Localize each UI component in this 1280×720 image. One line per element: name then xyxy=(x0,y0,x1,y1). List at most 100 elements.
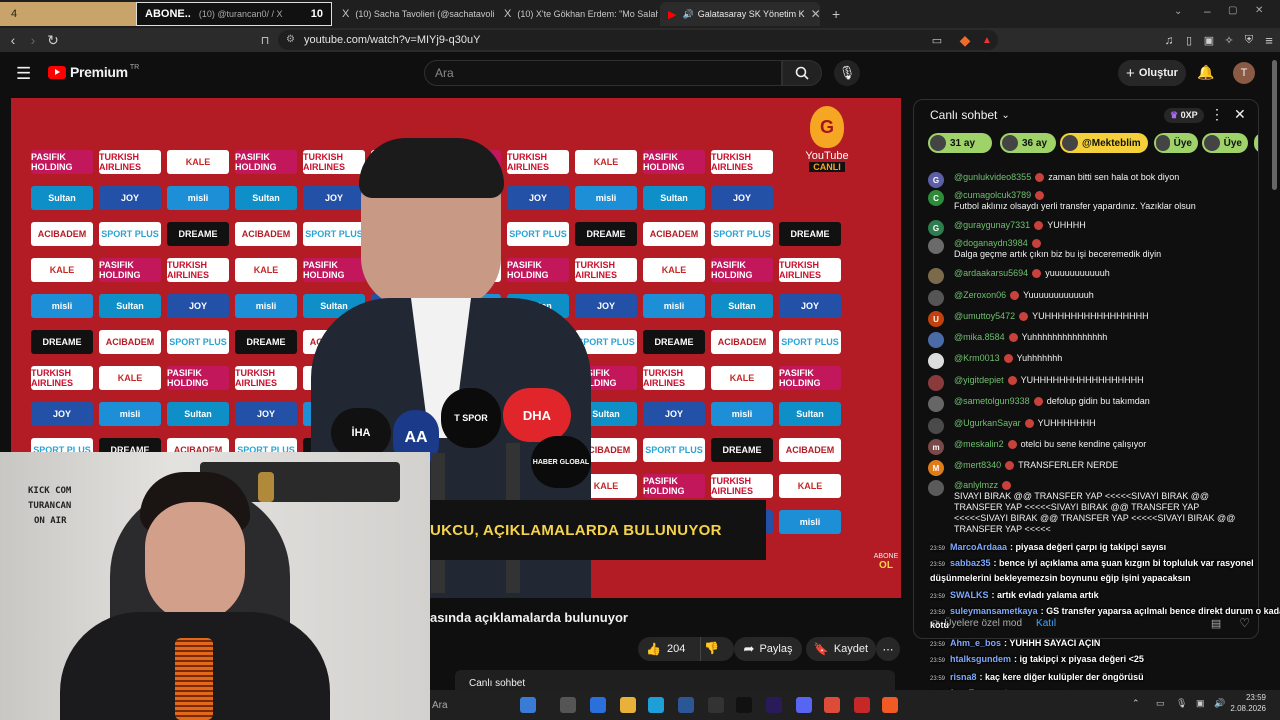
chat-avatar[interactable] xyxy=(928,268,944,284)
chat-author[interactable]: @gunlukvideo8355 xyxy=(954,172,1031,183)
taskbar-search[interactable]: Ara xyxy=(430,694,518,716)
chat-author[interactable]: @Krm0013 xyxy=(954,353,1000,364)
close-chat-icon[interactable]: ✕ xyxy=(1234,106,1246,123)
chat-avatar[interactable] xyxy=(928,480,944,496)
chat-author[interactable]: @meskalin2 xyxy=(954,439,1004,450)
discord-icon[interactable] xyxy=(796,697,812,713)
terminal-icon[interactable] xyxy=(678,697,694,713)
save-button[interactable]: 🔖 Kaydet xyxy=(806,637,876,661)
page-scrollbar[interactable] xyxy=(1272,60,1277,190)
back-arrow-icon[interactable]: ‹ xyxy=(4,31,22,49)
brave-shield-icon[interactable]: ◆ xyxy=(956,31,974,49)
chat-avatar[interactable] xyxy=(928,353,944,369)
minimize-icon[interactable]: – xyxy=(1204,4,1211,18)
member-pill[interactable]: 36 ay xyxy=(1000,133,1056,153)
chat-message[interactable]: @UgurkanSayar YUHHHHHHH xyxy=(928,418,1246,434)
rewards-icon[interactable]: ▲ xyxy=(978,31,996,49)
chat-author[interactable]: @anlylmzz xyxy=(954,480,998,491)
chat-message[interactable]: @mika.8584 Yuhhhhhhhhhhhhhhh xyxy=(928,332,1246,348)
window-close-icon[interactable]: ✕ xyxy=(1255,5,1263,16)
forward-arrow-icon[interactable]: › xyxy=(24,31,42,49)
chat-message[interactable]: M @mert8340 TRANSFERLER NERDE xyxy=(928,460,1246,476)
thumbs-down-icon[interactable]: 👎 xyxy=(704,641,719,655)
chat-avatar[interactable] xyxy=(928,396,944,412)
chat-title[interactable]: Canlı sohbet xyxy=(930,108,997,122)
member-pill[interactable]: Üye xyxy=(1154,133,1198,153)
create-button[interactable]: + Oluştur xyxy=(1118,60,1186,86)
share-button[interactable]: ➦ Paylaş xyxy=(734,637,802,661)
tab-galatasaray[interactable]: ▶ 🔊 Galatasaray SK Yönetim K ✕ xyxy=(660,2,820,26)
tab-list-icon[interactable]: ⌄ xyxy=(1174,6,1182,17)
gift-icon[interactable]: ▤ xyxy=(1211,617,1221,630)
vpn-icon[interactable]: ⛨ xyxy=(1240,31,1258,49)
chat-message[interactable]: G @gunlukvideo8355 zaman bitti sen hala ot… xyxy=(928,172,1246,188)
chat-author[interactable]: @cumagolcuk3789 xyxy=(954,190,1031,201)
maximize-icon[interactable]: ▢ xyxy=(1228,5,1237,16)
chrome-icon[interactable] xyxy=(824,697,840,713)
reload-icon[interactable]: ↻ xyxy=(44,31,62,49)
chat-avatar[interactable] xyxy=(928,418,944,434)
chat-message[interactable]: G @guraygunay7331 YUHHHH xyxy=(928,220,1246,236)
chat-message[interactable]: @ardaakarsu5694 yuuuuuuuuuuuh xyxy=(928,268,1246,284)
chat-message[interactable]: m @meskalin2 otelci bu sene kendine çalışı… xyxy=(928,439,1246,455)
taskbar-clock[interactable]: 23:59 2.08.2026 xyxy=(1230,692,1266,714)
app-icon[interactable] xyxy=(854,697,870,713)
site-info-icon[interactable]: ⚙ xyxy=(286,34,295,45)
tab-gokhan[interactable]: X (10) X'te Gökhan Erdem: "Mo Salah ( xyxy=(496,2,658,26)
chat-message[interactable]: @Krm0013 Yuhhhhhhh xyxy=(928,353,1246,369)
sidebar-icon[interactable]: ▯ xyxy=(1180,31,1198,49)
chat-author[interactable]: @UgurkanSayar xyxy=(954,418,1021,429)
member-pill[interactable]: 31 ay xyxy=(928,133,992,153)
avatar[interactable]: T xyxy=(1233,62,1255,84)
cast-icon[interactable]: ▭ xyxy=(928,31,946,49)
chat-avatar[interactable] xyxy=(928,375,944,391)
tab-sacha[interactable]: X (10) Sacha Tavolieri (@sachatavolieri) xyxy=(334,2,494,26)
chat-message[interactable]: C @cumagolcuk3789 Futbol aklınız olsaydı y… xyxy=(928,190,1246,212)
chat-avatar[interactable]: G xyxy=(928,220,944,236)
chat-message[interactable]: @doganaydn3984 Dalga geçme artık çıkın bi… xyxy=(928,238,1246,260)
tab-turancan[interactable]: ABONE.. (10) @turancan0/ / X 10 xyxy=(136,2,332,26)
task-view-icon[interactable] xyxy=(560,697,576,713)
menu-icon[interactable]: ≡ xyxy=(1260,31,1278,49)
youtube-logo[interactable]: Premium TR xyxy=(48,64,139,80)
member-pill[interactable]: Üye xyxy=(1202,133,1248,153)
more-options-icon[interactable]: ⋮ xyxy=(1210,106,1224,123)
chat-author[interactable]: @umuttoy5472 xyxy=(954,311,1015,322)
capcut-icon[interactable] xyxy=(736,697,752,713)
tray-chevron-icon[interactable]: ⌃ xyxy=(1132,698,1140,709)
member-pill[interactable]: H xyxy=(1254,133,1258,153)
chat-message[interactable]: @yigitdepiet YUHHHHHHHHHHHHHHHHH xyxy=(928,375,1246,391)
chat-message[interactable]: U @umuttoy5472 YUHHHHHHHHHHHHHHHH xyxy=(928,311,1246,327)
notifications-bell-icon[interactable]: 🔔 xyxy=(1197,64,1214,81)
chat-avatar[interactable]: M xyxy=(928,460,944,476)
close-icon[interactable]: ✕ xyxy=(805,7,820,21)
chat-avatar[interactable]: m xyxy=(928,439,944,455)
chat-author[interactable]: @mika.8584 xyxy=(954,332,1005,343)
hamburger-menu-icon[interactable]: ☰ xyxy=(16,64,31,84)
address-bar[interactable]: ⚙ youtube.com/watch?v=MIYj9-q30uY xyxy=(278,30,998,50)
chat-avatar[interactable] xyxy=(928,290,944,306)
chat-avatar[interactable] xyxy=(928,332,944,348)
media-icon[interactable]: ♫ xyxy=(1160,31,1178,49)
tab-abone[interactable]: 4 xyxy=(0,2,136,26)
new-tab-button[interactable]: + xyxy=(824,2,844,26)
store-icon[interactable] xyxy=(590,697,606,713)
chat-avatar[interactable]: G xyxy=(928,172,944,188)
collapsed-live-chat-panel[interactable]: Canlı sohbet xyxy=(455,670,895,692)
brave-icon[interactable] xyxy=(882,697,898,713)
chat-avatar[interactable]: U xyxy=(928,311,944,327)
obs-icon[interactable] xyxy=(708,697,724,713)
file-explorer-icon[interactable] xyxy=(620,697,636,713)
join-link[interactable]: Katıl xyxy=(1036,618,1056,629)
xp-badge[interactable]: ♛ 0XP xyxy=(1164,108,1204,123)
chevron-down-icon[interactable]: ⌄ xyxy=(1001,110,1009,121)
heart-icon[interactable]: ♡ xyxy=(1239,616,1250,630)
wallet-icon[interactable]: ▣ xyxy=(1200,31,1218,49)
chat-message[interactable]: @Zeroxon06 Yuuuuuuuuuuuuh xyxy=(928,290,1246,306)
more-actions-icon[interactable]: ⋯ xyxy=(876,637,900,661)
chat-author[interactable]: @ardaakarsu5694 xyxy=(954,268,1028,279)
chat-message[interactable]: @sametolgun9338 defolup gidin bu takımdan xyxy=(928,396,1246,412)
chat-author[interactable]: @mert8340 xyxy=(954,460,1001,471)
bookmark-icon[interactable]: ⊓ xyxy=(256,31,274,49)
chat-author[interactable]: @yigitdepiet xyxy=(954,375,1004,386)
